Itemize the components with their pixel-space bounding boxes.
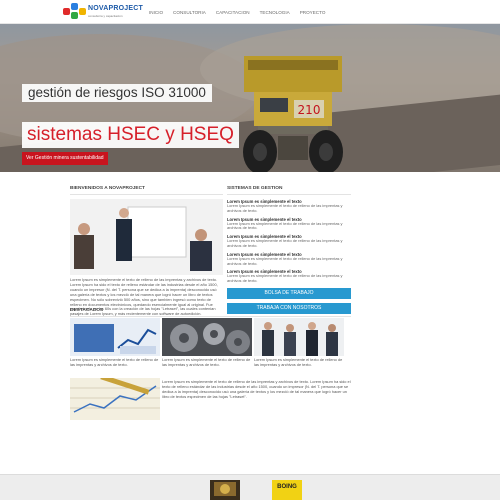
gestion-item-text: Lorem Ipsum es simplemente el texto de r… [227, 220, 343, 231]
hero-title: sistemas HSEC y HSEQ [22, 122, 239, 148]
site-logo[interactable]: NOVAPROJECT consultoría y capacitación [63, 3, 143, 21]
gestion-section: SISTEMAS DE GESTION Lorem Ipsum es simpl… [227, 186, 351, 314]
team-meeting-image [254, 318, 344, 356]
gears-image [162, 318, 252, 356]
cube-logo-icon [63, 3, 87, 21]
welcome-section: BIENVENIDOS A NOVAPROJECT Lorem Ipsum es… [70, 186, 223, 317]
gestion-item[interactable]: Lorem Ipsum es simplemente el texto Lore… [227, 234, 351, 249]
site-header: NOVAPROJECT consultoría y capacitación I… [0, 0, 500, 24]
destacados-title: DESTACADOS [70, 308, 351, 317]
gestion-item-text: Lorem Ipsum es simplemente el texto de r… [227, 255, 343, 266]
destacado-caption: Lorem Ipsum es simplemente el texto de r… [254, 357, 343, 367]
mining-truck-image: 210 [243, 56, 343, 172]
destacado-caption: Lorem Ipsum es simplemente el texto de r… [162, 357, 251, 367]
nav-tecnologia[interactable]: TECNOLOGIA [255, 9, 295, 16]
destacado-card[interactable]: Lorem Ipsum es simplemente el texto de r… [254, 318, 344, 368]
welcome-title: BIENVENIDOS A NOVAPROJECT [70, 186, 223, 195]
gestion-item-text: Lorem Ipsum es simplemente el texto de r… [227, 238, 343, 248]
nav-consultoria[interactable]: CONSULTORIA [168, 9, 211, 16]
presentation-image [70, 199, 223, 275]
gestion-item-text: Lorem Ipsum es simplemente el texto de r… [227, 273, 343, 284]
site-footer [0, 474, 500, 500]
book-cover-image[interactable] [210, 480, 240, 500]
gestion-item[interactable]: Lorem Ipsum es simplemente el texto Lore… [227, 217, 351, 232]
logo-name: NOVAPROJECT [88, 5, 143, 12]
pen-chart-image [70, 378, 160, 420]
hero-cta-button[interactable]: Ver Gestión minera sustentabilidad [22, 152, 108, 165]
gestion-item-text: Lorem Ipsum es simplemente el texto de r… [227, 203, 343, 213]
logo-tagline: consultoría y capacitación [88, 14, 123, 18]
destacado-card[interactable]: Lorem Ipsum es simplemente el texto de r… [70, 318, 160, 368]
book-label: BOING [277, 484, 297, 490]
book-cover-boing[interactable]: BOING [272, 480, 302, 500]
destacado-caption: Lorem Ipsum es simplemente el texto de r… [70, 357, 159, 367]
nav-inicio[interactable]: INICIO [144, 9, 168, 16]
destacado-card[interactable]: Lorem Ipsum es simplemente el texto de r… [162, 318, 252, 368]
gestion-item[interactable]: Lorem Ipsum es simplemente el texto Lore… [227, 199, 351, 214]
destacado-card[interactable] [70, 378, 160, 420]
gestion-item[interactable]: Lorem Ipsum es simplemente el texto Lore… [227, 269, 351, 284]
nav-capacitacion[interactable]: CAPACITACION [211, 9, 255, 16]
hero-banner: 210 gestión de riesgos ISO 31000 sistema… [0, 24, 500, 172]
nav-proyecto[interactable]: PROYECTO [295, 9, 331, 16]
gestion-item[interactable]: Lorem Ipsum es simplemente el texto Lore… [227, 252, 351, 267]
gestion-title: SISTEMAS DE GESTION [227, 186, 351, 195]
hero-subtitle: gestión de riesgos ISO 31000 [22, 84, 212, 102]
business-charts-image [70, 318, 160, 356]
main-nav: INICIO CONSULTORIA CAPACITACION TECNOLOG… [144, 9, 330, 16]
bolsa-trabajo-button[interactable]: BOLSA DE TRABAJO [227, 287, 351, 299]
destacado-long-caption: Lorem Ipsum es simplemente el texto de r… [162, 379, 351, 399]
truck-number: 210 [298, 103, 321, 117]
